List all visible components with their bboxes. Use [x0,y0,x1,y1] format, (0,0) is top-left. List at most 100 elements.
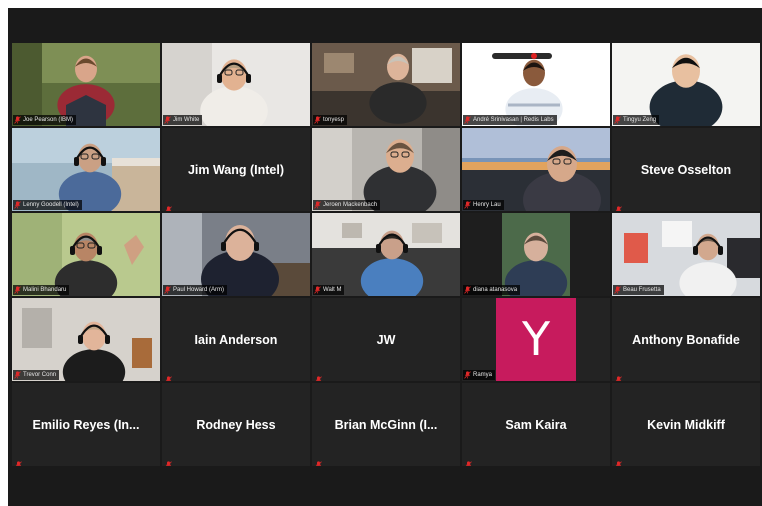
mic-muted-icon [14,371,21,379]
participant-name-label: André Srinivasan | Redis Labs [463,115,557,125]
participant-name: Jim White [173,117,200,123]
participant-tile[interactable]: Kevin Midkiff [612,383,760,466]
participant-name: Rodney Hess [196,417,276,432]
participant-name: Iain Anderson [194,332,278,347]
participant-video [612,213,760,296]
mic-muted-icon [464,116,471,124]
participant-name: André Srinivasan | Redis Labs [473,117,554,123]
participant-video [12,43,160,126]
participant-tile[interactable]: Beau Frusetta [612,213,760,296]
participant-tile[interactable]: Trevor Conn [12,298,160,381]
participant-video [312,43,460,126]
participant-video [162,213,310,296]
mic-muted-icon [14,286,21,294]
participant-name-label: Jim White [163,115,203,125]
participant-video [462,43,610,126]
participant-tile[interactable]: Tingyu Zeng [612,43,760,126]
participant-gallery: Joe Pearson (IBM) Jim White tonyesp André S… [12,43,760,466]
participant-video [462,128,610,211]
participant-tile[interactable]: Jim White [162,43,310,126]
participant-name: Paul Howard (Arm) [173,287,225,293]
participant-avatar: Y [496,298,576,381]
participant-tile[interactable]: Jim Wang (Intel) [162,128,310,211]
mic-muted-icon [14,201,21,209]
mic-muted-icon [315,371,322,381]
participant-name: Ramya [473,372,493,378]
participant-video [12,213,160,296]
participant-name-label: Beau Frusetta [613,285,664,295]
participant-tile[interactable]: Joe Pearson (IBM) [12,43,160,126]
participant-tile[interactable]: Walt M [312,213,460,296]
participant-tile[interactable]: Lenny Goodell (Intel) [12,128,160,211]
participant-name-label: Walt M [313,285,345,295]
participant-name: Sam Kaira [505,417,567,432]
participant-tile[interactable]: tonyesp [312,43,460,126]
participant-name-label: Jeroen Mackenbach [313,200,381,210]
participant-name: Tingyu Zeng [623,117,657,123]
participant-tile[interactable]: Steve Osselton [612,128,760,211]
mic-muted-icon [465,456,472,466]
participant-name-label: Joe Pearson (IBM) [13,115,77,125]
mic-muted-icon [15,456,22,466]
participant-name: Jim Wang (Intel) [187,162,285,177]
participant-tile[interactable]: JW [312,298,460,381]
mic-muted-icon [164,286,171,294]
participant-name-label: Trevor Conn [13,370,60,380]
participant-video [612,43,760,126]
participant-tile[interactable]: Emilio Reyes (In... [12,383,160,466]
participant-name: Beau Frusetta [623,287,661,293]
participant-tile[interactable]: André Srinivasan | Redis Labs [462,43,610,126]
mic-muted-icon [614,286,621,294]
mic-muted-icon [314,286,321,294]
participant-video [12,128,160,211]
participant-name: Emilio Reyes (In... [32,417,140,432]
participant-tile[interactable]: diana atanasova [462,213,610,296]
participant-name: Malini Bhandaru [23,287,67,293]
participant-video [162,43,310,126]
mic-muted-icon [464,286,471,294]
participant-video [462,213,610,296]
mic-muted-icon [315,456,322,466]
mic-muted-icon [165,371,172,381]
participant-tile[interactable]: Malini Bhandaru [12,213,160,296]
mic-muted-icon [615,371,622,381]
mic-muted-icon [464,371,471,379]
participant-name-label: Paul Howard (Arm) [163,285,228,295]
participant-name-label: Tingyu Zeng [613,115,660,125]
participant-name: Trevor Conn [23,372,57,378]
mic-muted-icon [14,116,21,124]
participant-tile[interactable]: Brian McGinn (I... [312,383,460,466]
participant-name-label: Henry Lau [463,200,504,210]
participant-name: Kevin Midkiff [647,417,725,432]
participant-tile[interactable]: Iain Anderson [162,298,310,381]
participant-video [312,213,460,296]
participant-name: Brian McGinn (I... [334,417,438,432]
participant-name: Walt M [323,287,342,293]
participant-tile[interactable]: Rodney Hess [162,383,310,466]
participant-name-label: Ramya [463,370,496,380]
participant-tile[interactable]: Jeroen Mackenbach [312,128,460,211]
mic-muted-icon [314,201,321,209]
participant-name: Steve Osselton [640,162,732,177]
participant-name: Henry Lau [473,202,501,208]
mic-muted-icon [165,456,172,466]
participant-name: diana atanasova [473,287,518,293]
mic-muted-icon [615,456,622,466]
participant-name-label: Lenny Goodell (Intel) [13,200,82,210]
participant-name: tonyesp [323,117,345,123]
participant-tile[interactable]: Y Ramya [462,298,610,381]
participant-tile[interactable]: Henry Lau [462,128,610,211]
participant-name-label: Malini Bhandaru [13,285,70,295]
participant-name: Lenny Goodell (Intel) [23,202,79,208]
participant-video [312,128,460,211]
participant-tile[interactable]: Anthony Bonafide [612,298,760,381]
participant-name: Anthony Bonafide [632,332,740,347]
participant-tile[interactable]: Sam Kaira [462,383,610,466]
mic-muted-icon [614,116,621,124]
mic-muted-icon [464,201,471,209]
participant-name-label: diana atanasova [463,285,521,295]
participant-name: JW [376,332,396,347]
participant-tile[interactable]: Paul Howard (Arm) [162,213,310,296]
mic-muted-icon [165,201,172,211]
participant-video [12,298,160,381]
